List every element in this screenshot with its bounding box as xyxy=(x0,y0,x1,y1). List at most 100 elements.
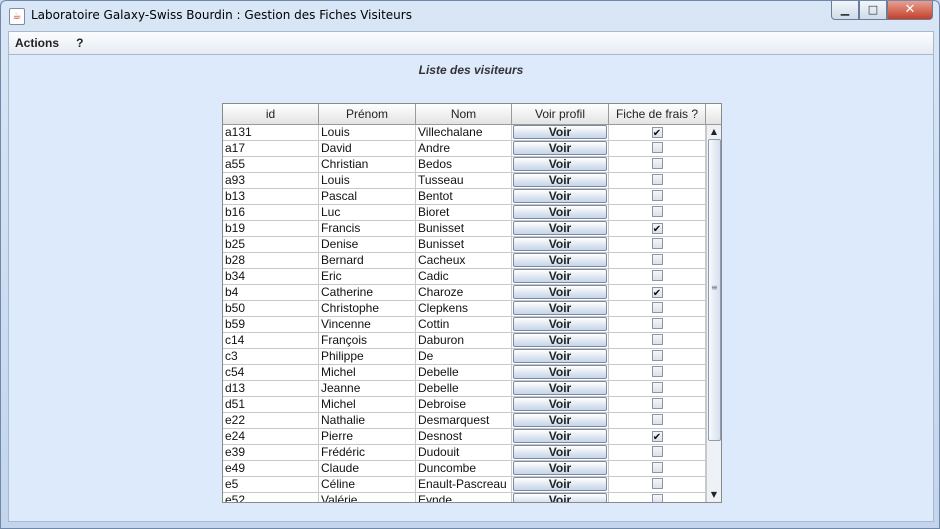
checkbox-checked[interactable]: ✔ xyxy=(651,223,663,235)
voir-profil-button[interactable]: Voir xyxy=(513,445,607,459)
java-icon[interactable]: ☕ xyxy=(9,8,25,25)
voir-profil-button[interactable]: Voir xyxy=(513,413,607,427)
voir-profil-button[interactable]: Voir xyxy=(513,317,607,331)
checkbox-unchecked[interactable] xyxy=(651,174,663,185)
voir-profil-button[interactable]: Voir xyxy=(513,349,607,363)
cell-prenom: David xyxy=(319,141,416,157)
checkbox-unchecked[interactable] xyxy=(651,142,663,153)
voir-profil-button[interactable]: Voir xyxy=(513,205,607,219)
voir-profil-button[interactable]: Voir xyxy=(513,493,607,502)
voir-profil-button[interactable]: Voir xyxy=(513,173,607,187)
voir-profil-button[interactable]: Voir xyxy=(513,429,607,443)
cell-voir-profil: Voir xyxy=(512,189,609,205)
menu-help[interactable]: ? xyxy=(70,33,89,50)
checkbox-unchecked[interactable] xyxy=(651,462,663,473)
checkbox-unchecked[interactable] xyxy=(651,190,663,201)
checkbox-unchecked[interactable] xyxy=(651,334,663,345)
voir-profil-button[interactable]: Voir xyxy=(513,333,607,347)
menu-actions[interactable]: Actions xyxy=(9,33,65,50)
table-row[interactable]: b4 Catherine Charoze Voir ✔ xyxy=(223,285,706,301)
checkbox-unchecked[interactable] xyxy=(651,398,663,409)
window-title: Laboratoire Galaxy-Swiss Bourdin : Gesti… xyxy=(31,8,412,22)
voir-profil-button[interactable]: Voir xyxy=(513,141,607,155)
cell-fiche-de-frais xyxy=(609,461,706,477)
table-row[interactable]: b59 Vincenne Cottin Voir xyxy=(223,317,706,333)
table-row[interactable]: b19 Francis Bunisset Voir ✔ xyxy=(223,221,706,237)
checkbox-unchecked[interactable] xyxy=(651,494,663,502)
checkbox-checked[interactable]: ✔ xyxy=(651,287,663,299)
cell-fiche-de-frais: ✔ xyxy=(609,429,706,445)
checkbox-unchecked[interactable] xyxy=(651,318,663,329)
voir-profil-button[interactable]: Voir xyxy=(513,285,607,299)
table-row[interactable]: e5 Céline Enault-Pascreau Voir xyxy=(223,477,706,493)
vertical-scrollbar[interactable]: ▲ ≡ ▼ xyxy=(706,125,721,502)
table-row[interactable]: a55 Christian Bedos Voir xyxy=(223,157,706,173)
checkbox-unchecked[interactable] xyxy=(651,382,663,393)
cell-id: e5 xyxy=(223,477,319,493)
checkbox-unchecked[interactable] xyxy=(651,158,663,169)
table-row[interactable]: c14 François Daburon Voir xyxy=(223,333,706,349)
checkbox-unchecked[interactable] xyxy=(651,238,663,249)
voir-profil-button[interactable]: Voir xyxy=(513,461,607,475)
checkbox-unchecked[interactable] xyxy=(651,254,663,265)
voir-profil-button[interactable]: Voir xyxy=(513,477,607,491)
table-row[interactable]: e24 Pierre Desnost Voir ✔ xyxy=(223,429,706,445)
column-header-prenom[interactable]: Prénom xyxy=(319,104,416,124)
voir-profil-button[interactable]: Voir xyxy=(513,269,607,283)
table-row[interactable]: b28 Bernard Cacheux Voir xyxy=(223,253,706,269)
column-header-fiche-de-frais[interactable]: Fiche de frais ? xyxy=(609,104,706,124)
voir-profil-button[interactable]: Voir xyxy=(513,189,607,203)
table-row[interactable]: c54 Michel Debelle Voir xyxy=(223,365,706,381)
maximize-button[interactable]: □ xyxy=(859,1,887,20)
checkbox-checked[interactable]: ✔ xyxy=(651,431,663,443)
voir-profil-button[interactable]: Voir xyxy=(513,253,607,267)
voir-profil-button[interactable]: Voir xyxy=(513,397,607,411)
table-row[interactable]: b34 Eric Cadic Voir xyxy=(223,269,706,285)
voir-profil-button[interactable]: Voir xyxy=(513,301,607,315)
minimize-button[interactable]: ▁ xyxy=(831,1,859,20)
checkbox-unchecked[interactable] xyxy=(651,446,663,457)
table-row[interactable]: e49 Claude Duncombe Voir xyxy=(223,461,706,477)
checkbox-unchecked[interactable] xyxy=(651,206,663,217)
checkbox-unchecked[interactable] xyxy=(651,270,663,281)
table-row[interactable]: e39 Frédéric Dudouit Voir xyxy=(223,445,706,461)
voir-profil-button[interactable]: Voir xyxy=(513,221,607,235)
scroll-thumb[interactable]: ≡ xyxy=(708,139,721,441)
voir-profil-button[interactable]: Voir xyxy=(513,365,607,379)
table-row[interactable]: d13 Jeanne Debelle Voir xyxy=(223,381,706,397)
checkbox-unchecked[interactable] xyxy=(651,478,663,489)
checkbox-unchecked[interactable] xyxy=(651,350,663,361)
cell-prenom: Catherine xyxy=(319,285,416,301)
checkbox-unchecked[interactable] xyxy=(651,302,663,313)
table-row[interactable]: a131 Louis Villechalane Voir ✔ xyxy=(223,125,706,141)
table-row[interactable]: d51 Michel Debroise Voir xyxy=(223,397,706,413)
cell-id: d51 xyxy=(223,397,319,413)
voir-profil-button[interactable]: Voir xyxy=(513,125,607,139)
table-row[interactable]: a17 David Andre Voir xyxy=(223,141,706,157)
cell-voir-profil: Voir xyxy=(512,493,609,502)
column-header-voir-profil[interactable]: Voir profil xyxy=(512,104,609,124)
cell-id: b50 xyxy=(223,301,319,317)
table-row[interactable]: b25 Denise Bunisset Voir xyxy=(223,237,706,253)
table-row[interactable]: b13 Pascal Bentot Voir xyxy=(223,189,706,205)
voir-profil-button[interactable]: Voir xyxy=(513,157,607,171)
table-row[interactable]: b16 Luc Bioret Voir xyxy=(223,205,706,221)
scroll-up-icon[interactable]: ▲ xyxy=(707,125,721,139)
close-button[interactable]: ✕ xyxy=(887,1,933,20)
cell-id: a93 xyxy=(223,173,319,189)
table-row[interactable]: b50 Christophe Clepkens Voir xyxy=(223,301,706,317)
voir-profil-button[interactable]: Voir xyxy=(513,381,607,395)
visitors-table: id Prénom Nom Voir profil Fiche de frais… xyxy=(222,103,722,503)
column-header-id[interactable]: id xyxy=(223,104,319,124)
checkbox-unchecked[interactable] xyxy=(651,414,663,425)
checkbox-checked[interactable]: ✔ xyxy=(651,127,663,139)
checkbox-unchecked[interactable] xyxy=(651,366,663,377)
table-row[interactable]: e52 Valérie Eynde Voir xyxy=(223,493,706,502)
table-row[interactable]: a93 Louis Tusseau Voir xyxy=(223,173,706,189)
voir-profil-button[interactable]: Voir xyxy=(513,237,607,251)
cell-nom: Debelle xyxy=(416,381,512,397)
column-header-nom[interactable]: Nom xyxy=(416,104,512,124)
table-row[interactable]: c3 Philippe De Voir xyxy=(223,349,706,365)
table-row[interactable]: e22 Nathalie Desmarquest Voir xyxy=(223,413,706,429)
scroll-down-icon[interactable]: ▼ xyxy=(707,488,721,502)
